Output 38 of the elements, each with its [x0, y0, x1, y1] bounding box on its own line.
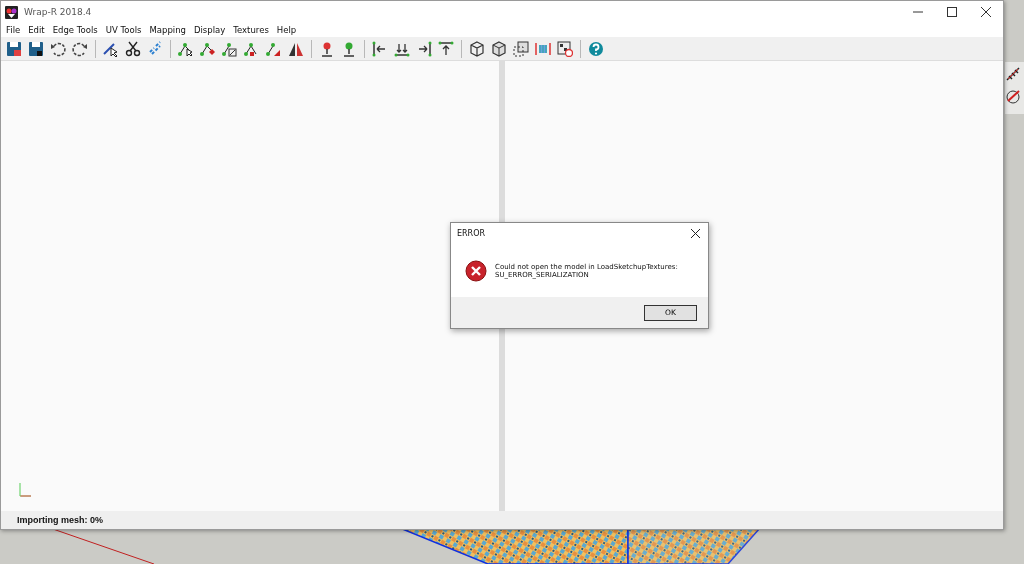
save-icon — [6, 40, 22, 57]
menu-item[interactable]: File — [2, 25, 25, 35]
help-icon — [588, 40, 604, 57]
align-right-icon — [416, 40, 432, 57]
align-top-icon — [438, 40, 454, 57]
pin-icon — [341, 40, 357, 57]
link-icon — [147, 40, 163, 57]
menu-item[interactable]: Textures — [229, 25, 273, 35]
frame-select-icon — [513, 40, 529, 57]
axis-gizmo-icon — [19, 483, 31, 497]
status-text: Importing mesh: 0% — [17, 515, 103, 525]
menu-item[interactable]: Help — [272, 25, 301, 35]
menu-item[interactable]: Display — [189, 25, 230, 35]
save-as-icon — [28, 40, 44, 57]
close-icon — [981, 7, 991, 17]
menu-item[interactable]: UV Tools — [101, 25, 146, 35]
align-left-icon — [372, 40, 388, 57]
redo-icon — [72, 40, 88, 57]
maximize-icon — [947, 7, 957, 17]
menu-item[interactable]: Edge Tools — [48, 25, 102, 35]
error-icon — [465, 259, 487, 282]
menu-item[interactable]: Mapping — [145, 25, 190, 35]
close-icon — [690, 229, 700, 238]
app-logo-icon — [5, 5, 18, 19]
scissors-icon — [125, 40, 141, 57]
solid-cube-icon — [491, 40, 507, 57]
wireframe-cube-icon — [469, 40, 485, 57]
node-scale-icon — [222, 40, 238, 57]
dialog-title: ERROR — [457, 229, 487, 238]
window-title: Wrap-R 2018.4 — [24, 7, 93, 17]
pointer-icon — [103, 40, 119, 57]
undo-icon — [50, 40, 66, 57]
frame-select-button[interactable] — [511, 38, 531, 59]
node-pointer-icon — [178, 40, 194, 57]
menu-item[interactable]: Edit — [24, 25, 49, 35]
pin-icon — [319, 40, 335, 57]
node-move-icon — [200, 40, 216, 57]
stretch-icon — [535, 40, 551, 57]
